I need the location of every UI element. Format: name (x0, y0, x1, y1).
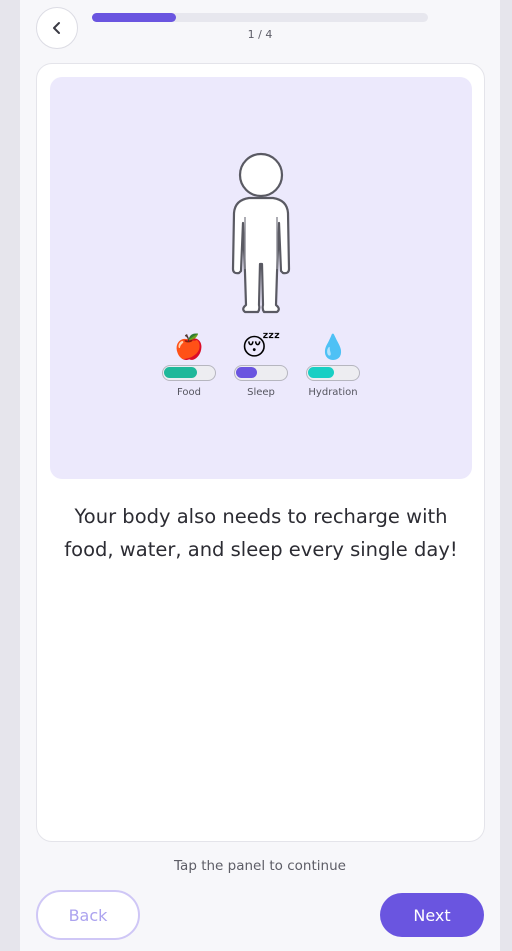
sleeping-face-icon: 😴 (241, 333, 281, 361)
back-icon-button[interactable] (36, 7, 78, 49)
tap-hint: Tap the panel to continue (174, 858, 346, 874)
back-button[interactable]: Back (36, 890, 140, 940)
step-counter: 1 / 4 (247, 28, 273, 41)
lesson-card[interactable]: 🍎 Food 😴 Sleep 💧 Hydration Your body als… (36, 63, 485, 842)
illustration-panel[interactable]: 🍎 Food 😴 Sleep 💧 Hydration (50, 77, 472, 479)
meter-food: 🍎 Food (151, 333, 227, 398)
progress-bar (92, 13, 428, 22)
meter-fill (164, 367, 197, 378)
droplet-icon: 💧 (318, 333, 348, 361)
chevron-left-icon (53, 22, 60, 34)
lesson-caption: Your body also needs to recharge with fo… (64, 505, 458, 561)
apple-icon: 🍎 (174, 333, 204, 361)
meter-track (306, 365, 360, 381)
meter-label: Sleep (247, 387, 275, 398)
meter-label: Hydration (308, 387, 358, 398)
progress-fill (92, 13, 176, 22)
body-outline-icon (231, 152, 291, 314)
meter-track (234, 365, 288, 381)
meter-hydration: 💧 Hydration (295, 333, 371, 398)
meter-track (162, 365, 216, 381)
meter-fill (236, 367, 257, 378)
meter-sleep: 😴 Sleep (223, 333, 299, 398)
meter-label: Food (177, 387, 201, 398)
meter-fill (308, 367, 334, 378)
next-button[interactable]: Next (380, 893, 484, 937)
